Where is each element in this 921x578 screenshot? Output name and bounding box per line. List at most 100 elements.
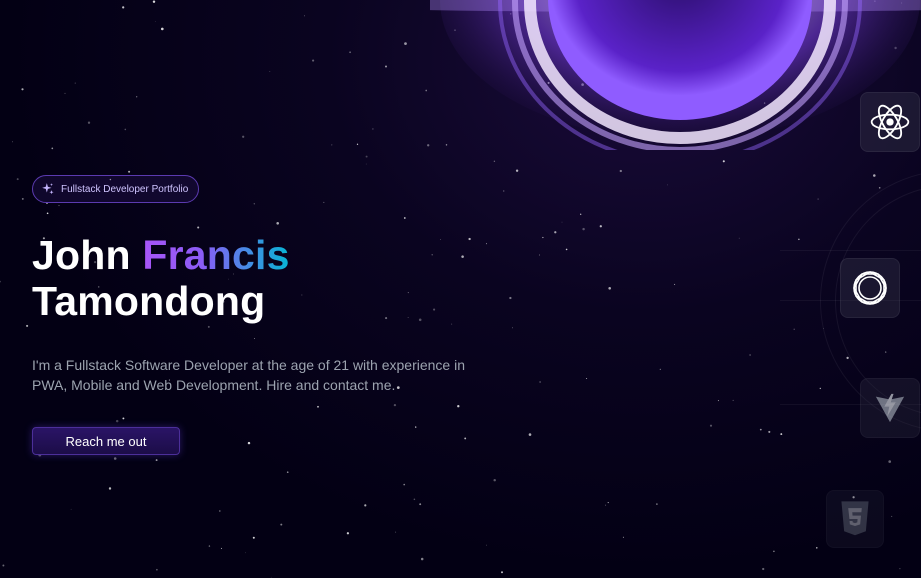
star xyxy=(605,88,608,91)
star xyxy=(70,508,72,510)
star xyxy=(247,441,251,445)
star xyxy=(461,255,464,258)
star xyxy=(51,147,54,150)
star xyxy=(503,190,505,192)
star xyxy=(364,504,367,507)
star xyxy=(608,287,611,290)
star xyxy=(2,564,5,567)
skill-card-openai xyxy=(840,258,900,318)
star xyxy=(407,317,409,318)
star xyxy=(425,89,428,92)
star xyxy=(607,502,609,504)
star xyxy=(582,227,585,231)
star xyxy=(493,160,496,162)
star xyxy=(11,141,13,143)
star xyxy=(46,212,49,215)
star xyxy=(108,487,112,490)
star xyxy=(580,213,582,215)
star xyxy=(218,510,221,512)
star xyxy=(667,184,668,186)
star xyxy=(819,387,821,390)
star xyxy=(270,576,272,578)
star xyxy=(717,400,719,402)
star xyxy=(727,78,729,80)
star xyxy=(220,547,223,549)
star xyxy=(763,102,766,104)
star xyxy=(393,403,397,407)
star xyxy=(722,160,725,163)
star xyxy=(152,0,156,3)
star xyxy=(780,433,783,436)
star xyxy=(372,128,374,130)
badge-label: Fullstack Developer Portfolio xyxy=(61,183,189,195)
star xyxy=(485,243,487,245)
star xyxy=(738,237,740,239)
star xyxy=(617,90,620,93)
star xyxy=(659,368,661,370)
star xyxy=(254,337,255,339)
star xyxy=(674,92,676,94)
star xyxy=(252,536,255,539)
star xyxy=(415,426,417,428)
star xyxy=(87,121,91,124)
skill-card-vite xyxy=(860,378,920,438)
star xyxy=(539,381,541,383)
star xyxy=(395,531,397,533)
star xyxy=(16,178,19,181)
star xyxy=(407,292,409,294)
star xyxy=(433,308,436,311)
star xyxy=(873,174,876,177)
star xyxy=(604,43,607,46)
star xyxy=(542,236,544,239)
star xyxy=(439,239,441,241)
star xyxy=(280,523,283,526)
star xyxy=(418,318,422,322)
star xyxy=(154,21,156,22)
star xyxy=(403,217,406,219)
star xyxy=(420,557,424,561)
sparkles-icon xyxy=(42,183,54,195)
star xyxy=(486,544,487,546)
star xyxy=(253,203,255,205)
star xyxy=(554,231,557,234)
star xyxy=(515,169,519,172)
grid-line-decoration xyxy=(780,250,921,251)
star xyxy=(512,327,513,329)
star xyxy=(301,294,303,296)
star xyxy=(64,92,66,94)
star xyxy=(312,59,315,62)
star xyxy=(404,42,407,45)
blackhole-graphic xyxy=(430,0,921,150)
star xyxy=(539,254,540,256)
reach-me-out-button[interactable]: Reach me out xyxy=(32,427,180,455)
star xyxy=(798,238,800,241)
star xyxy=(156,568,158,571)
star xyxy=(122,6,125,9)
star xyxy=(528,433,532,436)
star xyxy=(427,144,430,147)
star xyxy=(773,550,775,553)
star xyxy=(768,430,771,433)
title-last-name: Tamondong xyxy=(32,278,266,324)
star xyxy=(749,354,751,356)
star xyxy=(21,197,24,200)
star xyxy=(26,324,29,327)
star xyxy=(468,237,471,241)
star xyxy=(245,552,246,554)
star xyxy=(346,532,350,535)
openai-ring-icon xyxy=(853,271,887,305)
star xyxy=(431,254,433,256)
star xyxy=(709,424,713,427)
star xyxy=(565,248,568,251)
star xyxy=(891,515,893,517)
star xyxy=(113,457,117,460)
portfolio-badge: Fullstack Developer Portfolio xyxy=(32,175,200,203)
star xyxy=(385,317,388,320)
star xyxy=(547,81,550,84)
css3-icon xyxy=(841,501,869,536)
star xyxy=(899,568,901,570)
star xyxy=(894,46,897,50)
skill-card-css3 xyxy=(826,490,884,548)
star xyxy=(619,169,622,173)
star xyxy=(674,283,676,285)
